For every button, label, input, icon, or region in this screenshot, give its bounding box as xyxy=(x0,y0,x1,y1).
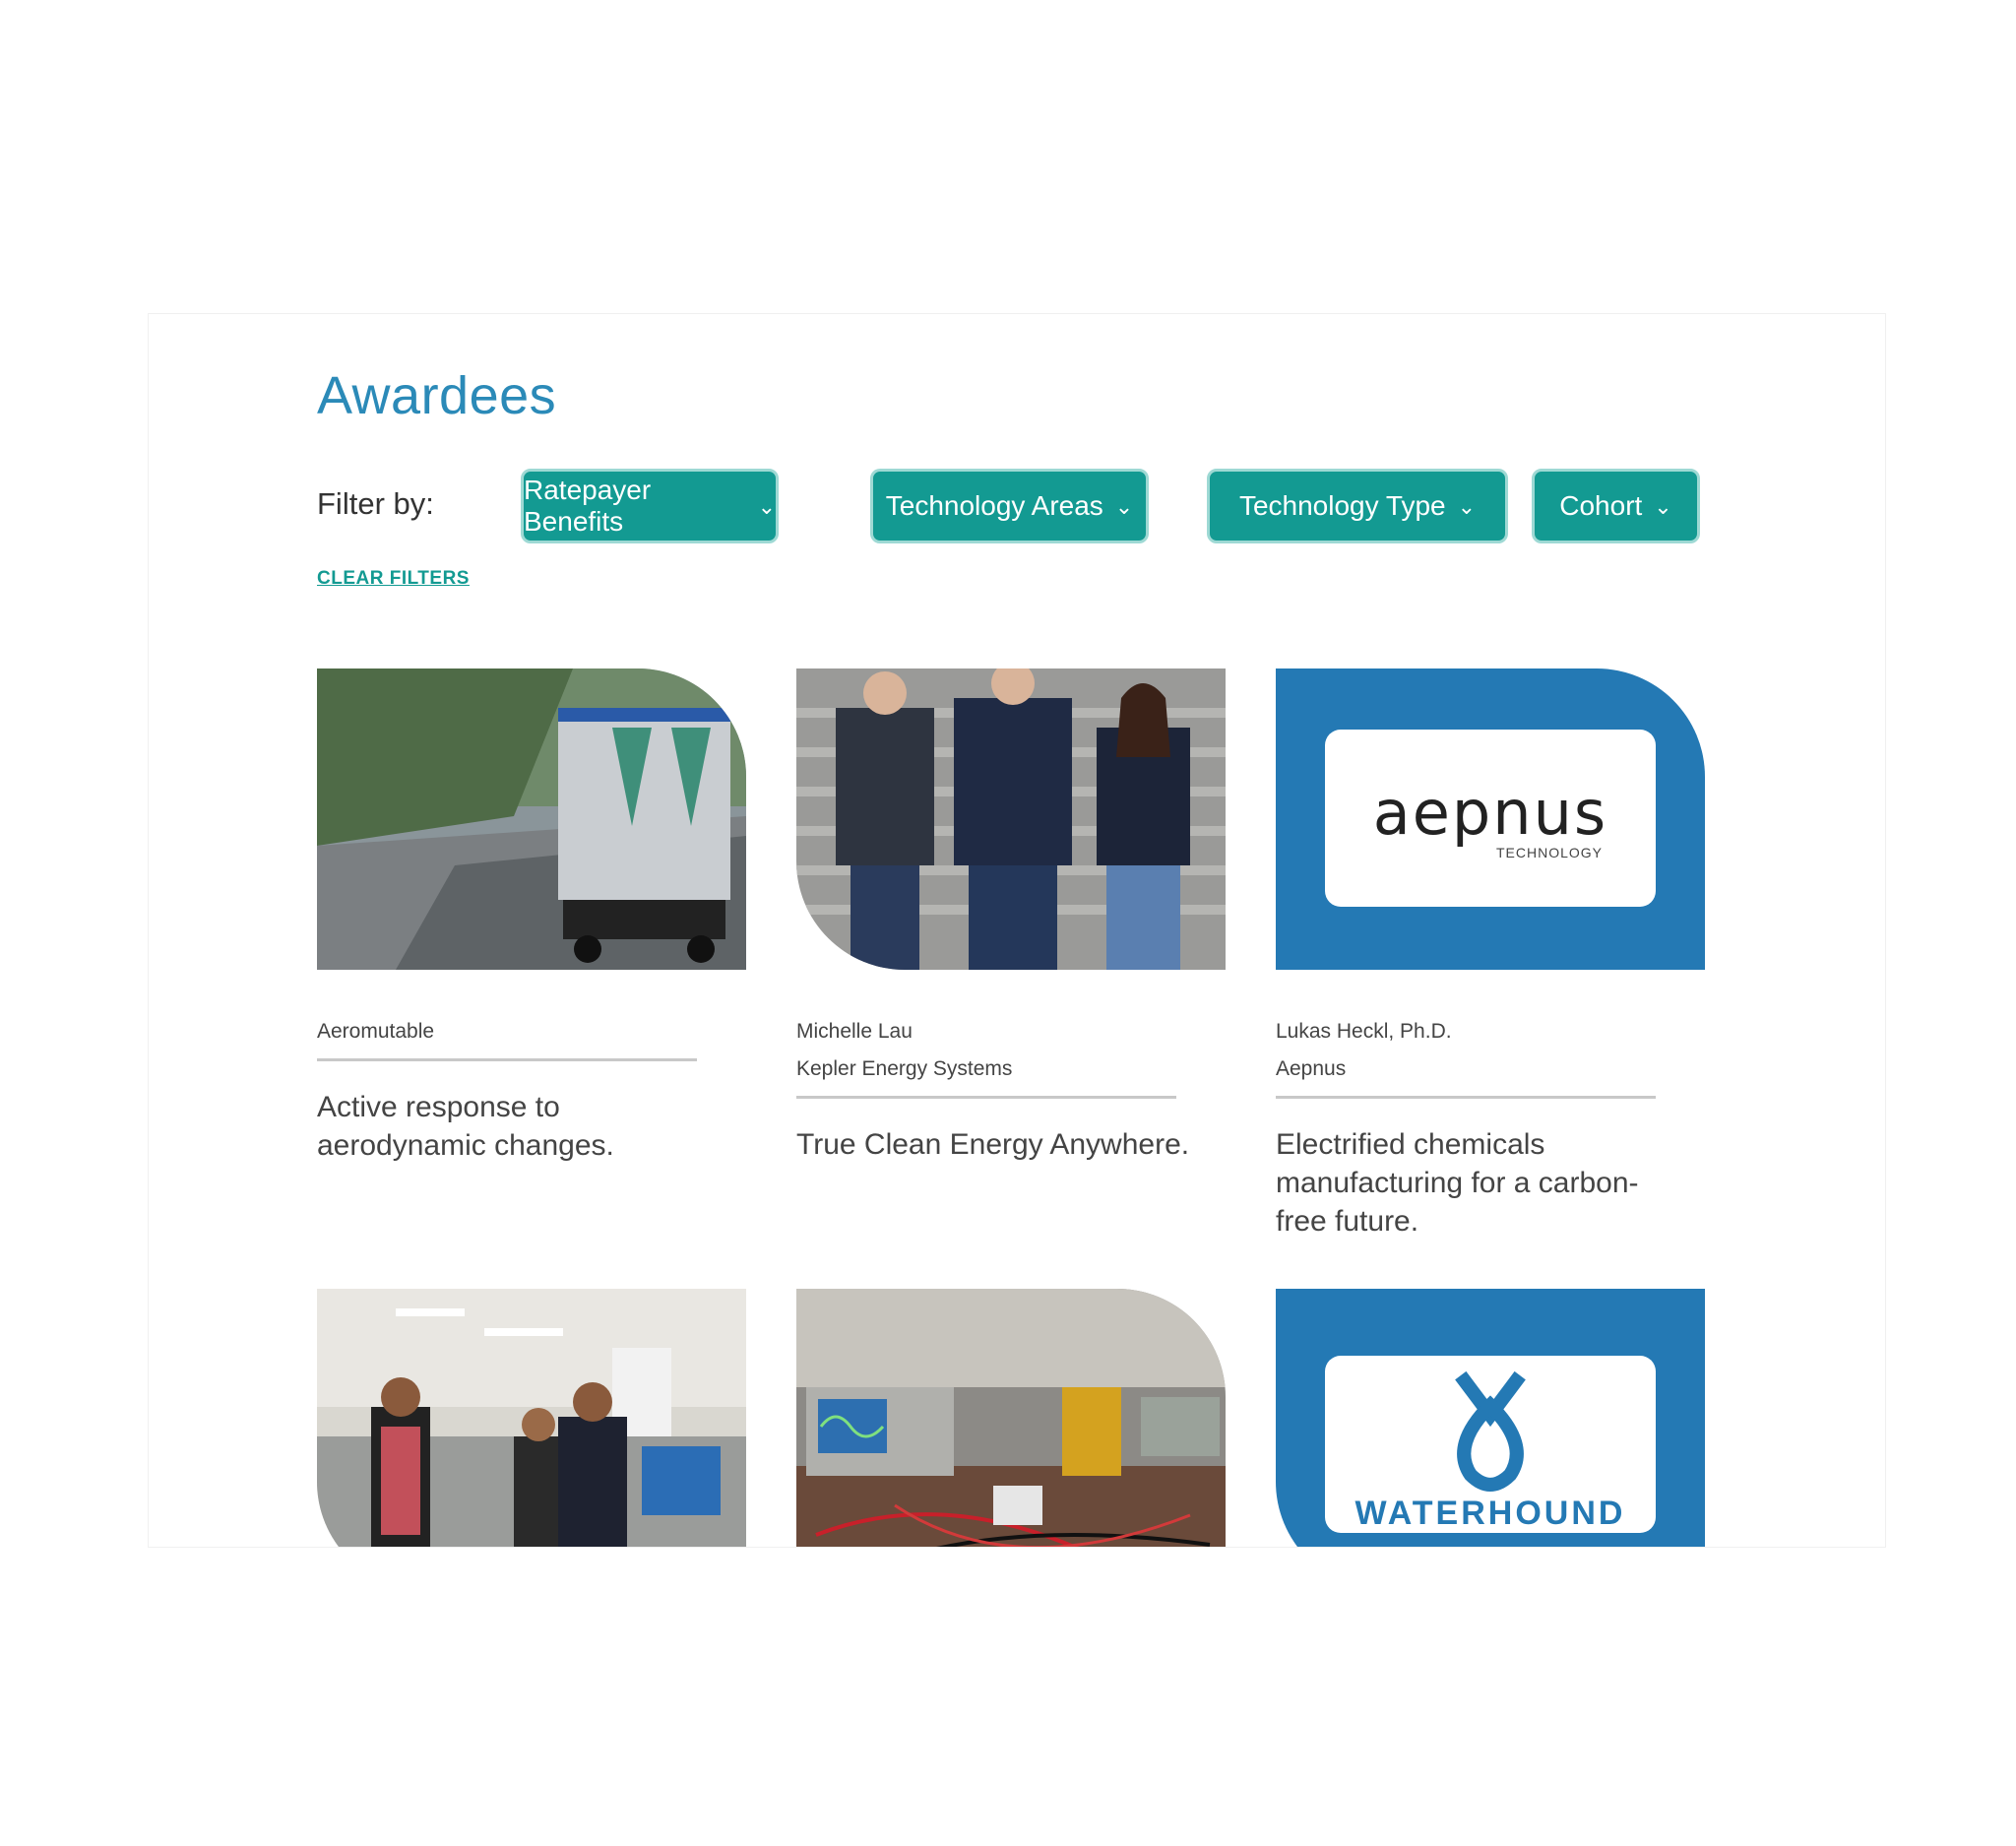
awardee-name: Aeromutable xyxy=(317,1020,435,1043)
aepnus-logo-text: aepnus xyxy=(1372,776,1608,849)
waterhound-logo-text: WATERHOUND xyxy=(1354,1495,1626,1532)
filter-button-label: Cohort xyxy=(1559,490,1643,521)
divider xyxy=(317,1058,697,1061)
electronics-photo xyxy=(796,1289,1226,1547)
awardee-meta: Lukas Heckl, Ph.D. Aepnus xyxy=(1276,1013,1452,1088)
chevron-down-icon: ⌄ xyxy=(1114,494,1134,519)
aepnus-logo: aepnus TECHNOLOGY xyxy=(1325,730,1656,907)
team-photo xyxy=(796,668,1226,970)
awardee-description: Electrified chemicals manufacturing for … xyxy=(1276,1128,1639,1238)
filter-cohort-button[interactable]: Cohort ⌄ xyxy=(1532,469,1700,543)
clear-filters-link[interactable]: CLEAR FILTERS xyxy=(317,568,470,590)
chevron-down-icon: ⌄ xyxy=(757,494,776,519)
filter-button-label: Technology Areas xyxy=(885,490,1103,521)
page-title: Awardees xyxy=(317,366,557,425)
filter-button-label: Technology Type xyxy=(1238,490,1446,521)
awardee-description: Active response to aerodynamic changes. xyxy=(317,1091,614,1162)
filter-button-label: Ratepayer Benefits xyxy=(524,475,652,537)
awardee-name: Michelle Lau xyxy=(796,1020,913,1043)
awardee-name: Lukas Heckl, Ph.D. xyxy=(1276,1020,1452,1043)
filter-technology-type-button[interactable]: Technology Type ⌄ xyxy=(1207,469,1508,543)
truck-photo xyxy=(317,668,746,970)
divider xyxy=(1276,1096,1656,1099)
filter-label: Filter by: xyxy=(317,486,434,521)
chevron-down-icon: ⌄ xyxy=(1654,494,1672,519)
awardee-image-electronics[interactable] xyxy=(796,1289,1226,1547)
waterhound-drop-icon xyxy=(1455,1370,1526,1492)
filter-technology-areas-button[interactable]: Technology Areas ⌄ xyxy=(870,469,1149,543)
awardees-panel: Awardees Filter by: Ratepayer Benefits ⌄… xyxy=(148,313,1886,1548)
awardee-company: Kepler Energy Systems xyxy=(796,1057,1013,1080)
awardee-image-lab-team[interactable] xyxy=(317,1289,746,1547)
awardee-image-aepnus-logo[interactable]: aepnus TECHNOLOGY xyxy=(1276,668,1705,970)
awardee-image-truck[interactable] xyxy=(317,668,746,970)
lab-team-photo xyxy=(317,1289,746,1547)
awardee-company: Aepnus xyxy=(1276,1057,1347,1080)
awardee-meta: Michelle Lau Kepler Energy Systems xyxy=(796,1013,1012,1088)
waterhound-logo: WATERHOUND xyxy=(1325,1356,1656,1533)
chevron-down-icon: ⌄ xyxy=(1457,494,1477,519)
awardee-description: True Clean Energy Anywhere. xyxy=(796,1128,1190,1161)
divider xyxy=(796,1096,1176,1099)
awardee-image-team[interactable] xyxy=(796,668,1226,970)
aepnus-logo-subtext: TECHNOLOGY xyxy=(1495,844,1603,860)
awardee-image-waterhound-logo[interactable]: WATERHOUND xyxy=(1276,1289,1705,1547)
filter-ratepayer-benefits-button[interactable]: Ratepayer Benefits ⌄ xyxy=(521,469,779,543)
